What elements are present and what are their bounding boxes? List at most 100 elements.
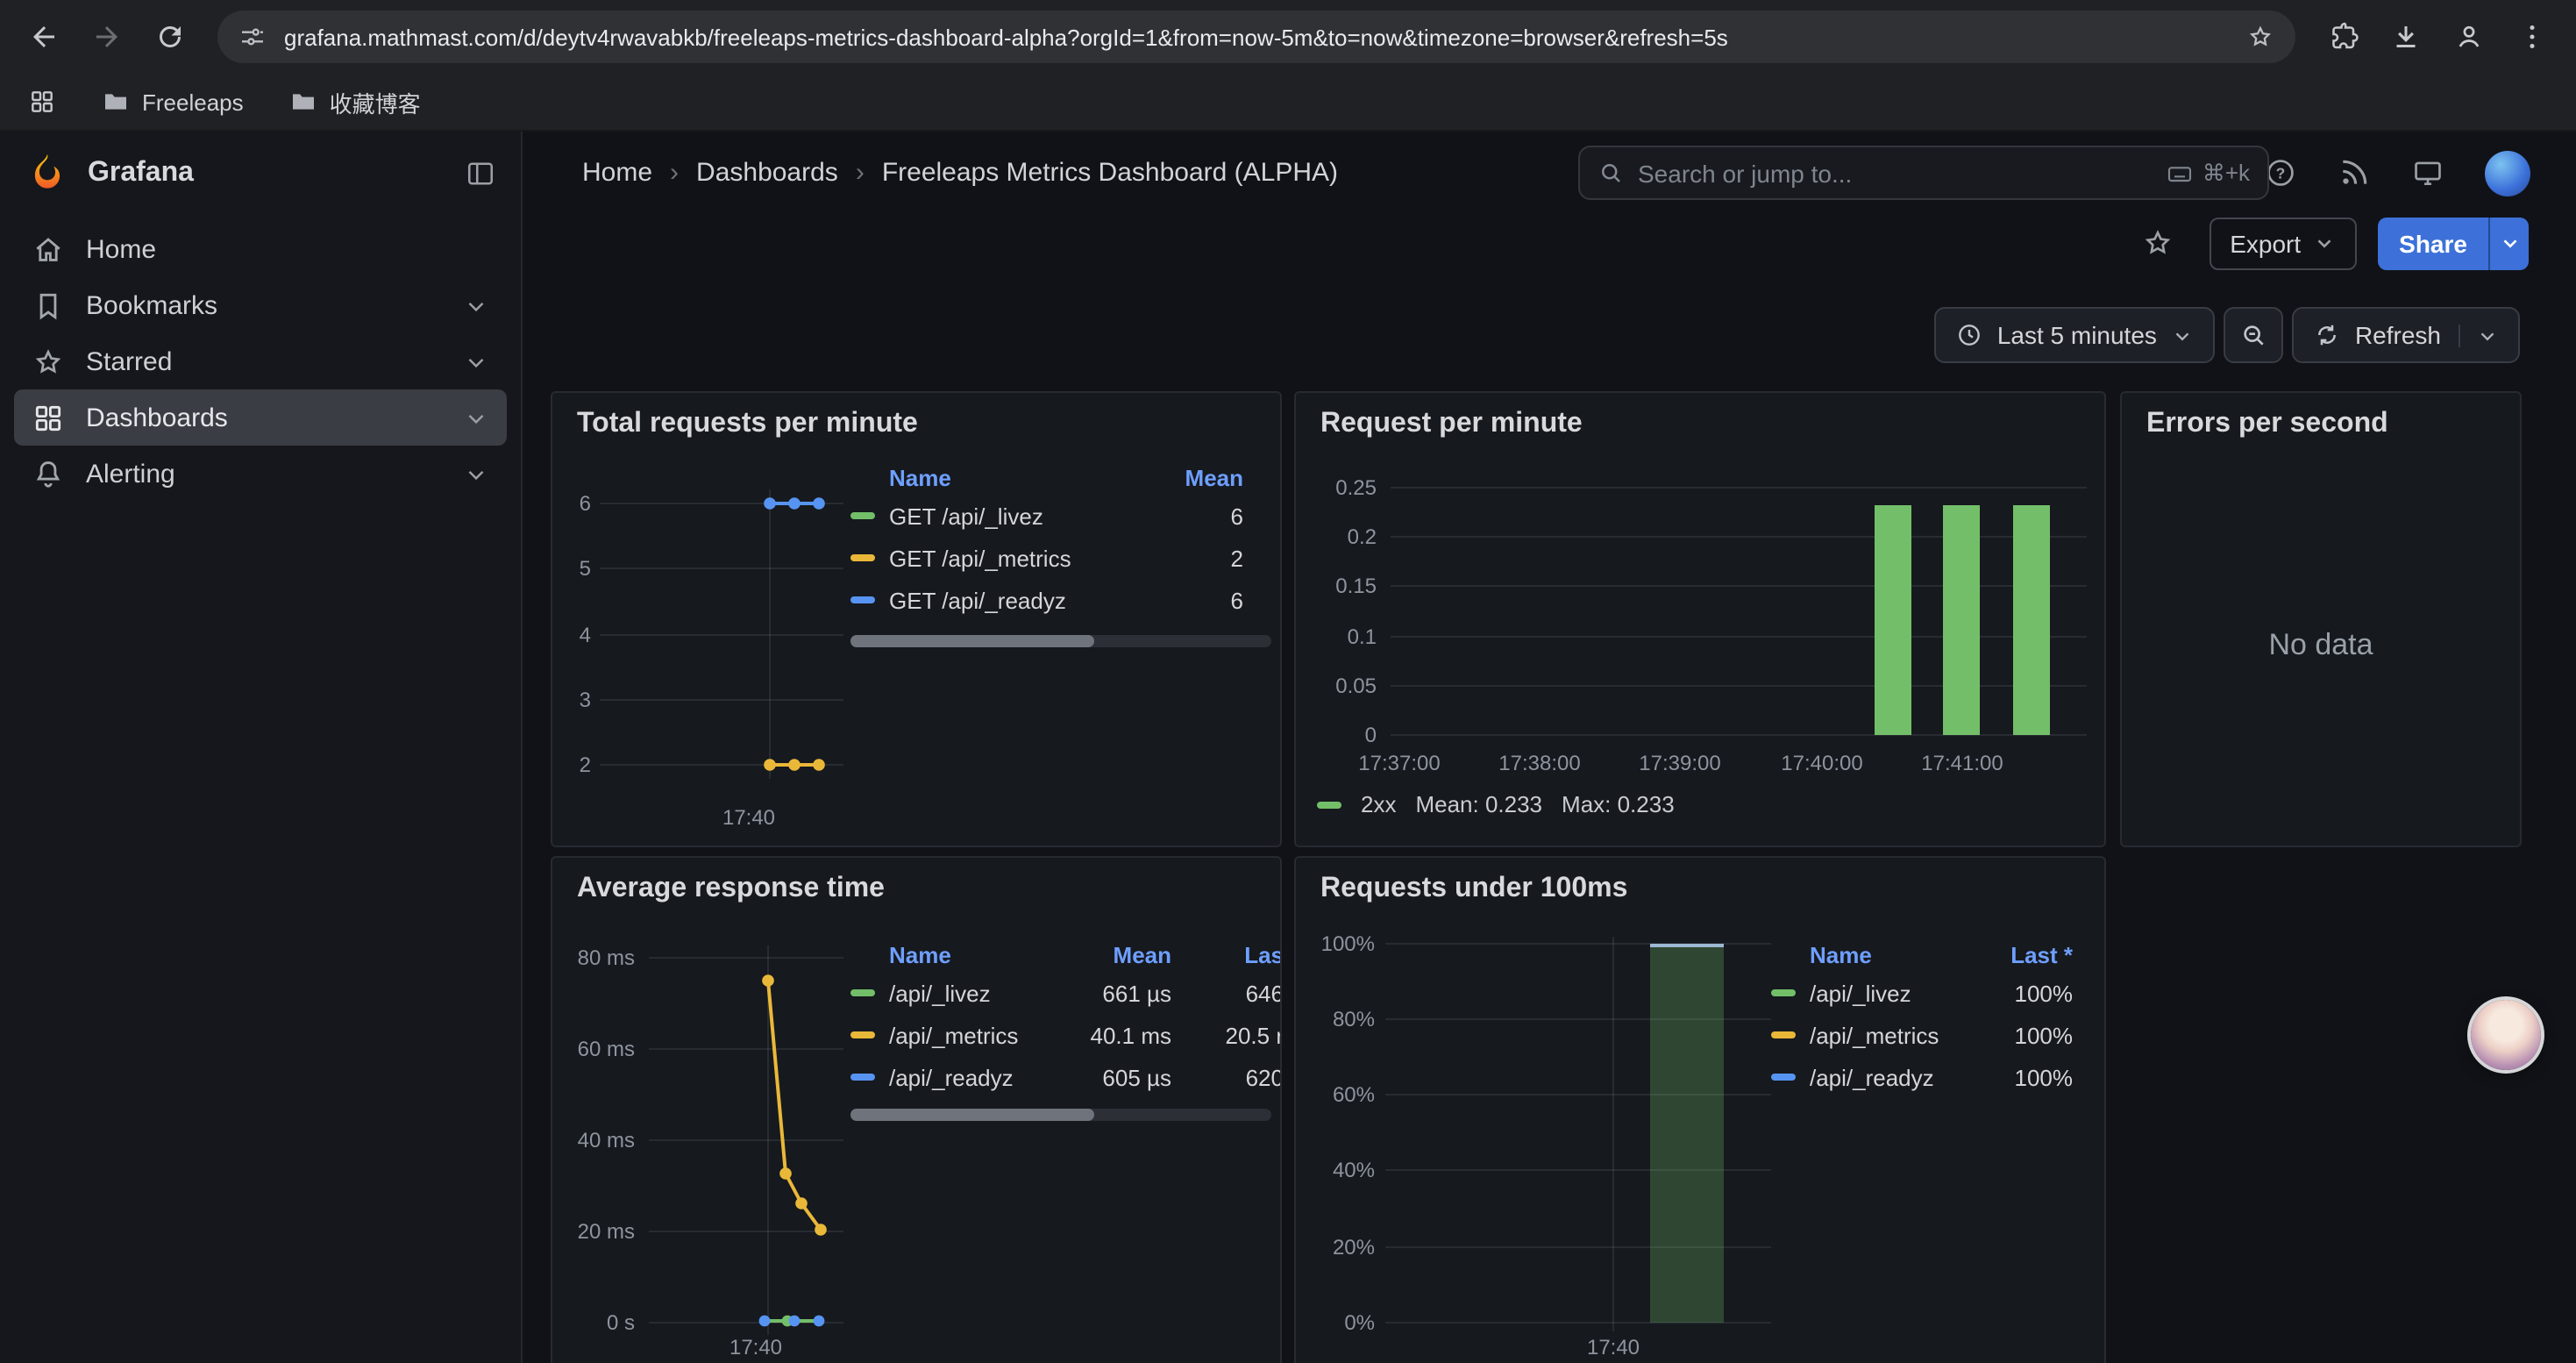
legend-row: /api/_livez 100%: [1771, 972, 2073, 1014]
legend-col-name[interactable]: Name: [1810, 941, 1960, 967]
bookmark-label: Freeleaps: [142, 89, 244, 115]
news-rss-icon[interactable]: [2338, 156, 2371, 189]
home-icon: [32, 232, 65, 266]
floating-avatar[interactable]: [2471, 1000, 2541, 1070]
bell-icon: [32, 457, 65, 490]
grafana-app: Grafana Home Bookmarks: [0, 132, 2576, 1363]
sidebar-item-dashboards[interactable]: Dashboards: [14, 389, 507, 446]
zoom-out-button[interactable]: [2224, 307, 2283, 363]
y-tick: 4: [552, 623, 591, 647]
legend-row: /api/_metrics 40.1 ms 20.5 r: [850, 1014, 1282, 1056]
series-swatch: [1771, 1031, 1796, 1038]
sidebar-item-alerting[interactable]: Alerting: [14, 446, 507, 502]
series-name[interactable]: GET /api/_metrics: [889, 545, 1131, 571]
y-tick: 2: [552, 753, 591, 777]
panel-title[interactable]: Errors per second: [2146, 409, 2388, 440]
chevron-down-icon[interactable]: [463, 348, 489, 375]
y-tick: 80 ms: [552, 946, 635, 970]
bookmark-icon: [32, 289, 65, 322]
breadcrumb-home[interactable]: Home: [582, 158, 652, 188]
legend-col-name[interactable]: Name: [889, 941, 1031, 967]
series-name[interactable]: /api/_readyz: [1810, 1064, 1960, 1090]
share-menu-button[interactable]: [2488, 217, 2529, 269]
series-max: Max: 0.233: [1562, 791, 1675, 817]
url-bar[interactable]: [217, 11, 2295, 63]
breadcrumb-separator: ›: [670, 158, 679, 188]
x-tick: 17:41:00: [1921, 751, 2003, 775]
export-button[interactable]: Export: [2209, 217, 2357, 269]
panel-request-per-minute: Request per minute 0.25 0.2 0.15 0.1 0.0…: [1294, 391, 2106, 847]
apps-grid-button[interactable]: [18, 77, 67, 126]
extensions-button[interactable]: [2313, 7, 2373, 67]
breadcrumb: Home › Dashboards › Freeleaps Metrics Da…: [582, 158, 1338, 188]
legend-col-mean[interactable]: Mean: [1045, 941, 1171, 967]
scrollbar-thumb[interactable]: [850, 1109, 1094, 1121]
panel-avg-response-time: Average response time: [551, 856, 1282, 1363]
refresh-button[interactable]: Refresh: [2292, 307, 2520, 363]
legend-table: Name Last * /api/_livez 100% /api/_metri…: [1771, 937, 2073, 1098]
series-name[interactable]: /api/_livez: [1810, 980, 1960, 1006]
series-name[interactable]: /api/_readyz: [889, 1064, 1031, 1090]
series-name[interactable]: GET /api/_readyz: [889, 587, 1131, 613]
downloads-button[interactable]: [2376, 7, 2436, 67]
bookmark-folder-freeleaps[interactable]: Freeleaps: [91, 84, 254, 119]
site-settings-icon[interactable]: [238, 23, 267, 51]
forward-button[interactable]: [77, 7, 137, 67]
legend-table: Name Mean Las /api/_livez 661 µs 646 /ap…: [850, 937, 1282, 1121]
chevron-down-icon[interactable]: [463, 404, 489, 431]
url-input[interactable]: [284, 24, 2229, 50]
sidebar-item-label: Starred: [86, 346, 172, 376]
dock-menu-icon[interactable]: [465, 157, 496, 189]
refresh-interval-button[interactable]: [2459, 324, 2499, 346]
series-last: 646: [1185, 980, 1282, 1006]
browser-menu-button[interactable]: [2502, 7, 2562, 67]
legend-scrollbar[interactable]: [850, 635, 1271, 647]
search-input[interactable]: [1638, 159, 2152, 187]
screen: Freeleaps 收藏博客 Grafana: [0, 0, 2576, 1363]
scrollbar-thumb[interactable]: [850, 635, 1094, 647]
legend-scrollbar[interactable]: [850, 1109, 1271, 1121]
series-name[interactable]: /api/_metrics: [889, 1022, 1031, 1048]
y-tick: 0: [1296, 723, 1377, 747]
series-last: 20.5 r: [1185, 1022, 1282, 1048]
dashboards-grid-icon: [32, 401, 65, 434]
y-tick: 0%: [1296, 1310, 1375, 1335]
chevron-down-icon[interactable]: [463, 292, 489, 318]
clock-icon: [1955, 321, 1983, 349]
series-name[interactable]: /api/_metrics: [1810, 1022, 1960, 1048]
sidebar: Grafana Home Bookmarks: [0, 132, 523, 1363]
series-name[interactable]: 2xx: [1361, 791, 1396, 817]
monitor-icon[interactable]: [2411, 156, 2444, 189]
reload-button[interactable]: [140, 7, 200, 67]
time-range-picker[interactable]: Last 5 minutes: [1934, 307, 2215, 363]
back-button[interactable]: [14, 7, 74, 67]
search-box[interactable]: ⌘+k: [1578, 146, 2269, 200]
chevron-down-icon[interactable]: [463, 460, 489, 487]
star-icon: [32, 345, 65, 378]
chevron-down-icon: [2313, 232, 2336, 254]
series-name[interactable]: GET /api/_livez: [889, 503, 1131, 529]
bookmark-star-icon[interactable]: [2246, 23, 2274, 51]
legend-col-last[interactable]: Las: [1185, 941, 1282, 967]
series-name[interactable]: /api/_livez: [889, 980, 1031, 1006]
share-button[interactable]: Share: [2378, 217, 2488, 269]
legend-col-last[interactable]: Last *: [1975, 941, 2073, 967]
legend-col-mean[interactable]: Mean: [1145, 464, 1271, 490]
legend-col-name[interactable]: Name: [889, 464, 1131, 490]
y-tick: 60 ms: [552, 1037, 635, 1061]
sidebar-item-home[interactable]: Home: [14, 221, 507, 277]
sidebar-item-starred[interactable]: Starred: [14, 333, 507, 389]
user-avatar[interactable]: [2485, 150, 2530, 196]
bookmark-folder-blogs[interactable]: 收藏博客: [279, 82, 431, 122]
sidebar-item-bookmarks[interactable]: Bookmarks: [14, 277, 507, 333]
legend: 2xx Mean: 0.233 Max: 0.233: [1317, 791, 1675, 817]
favorite-star-icon[interactable]: [2140, 226, 2174, 260]
y-tick: 100%: [1296, 931, 1375, 956]
legend-row: /api/_livez 661 µs 646: [850, 972, 1282, 1014]
grafana-logo[interactable]: [25, 150, 70, 196]
breadcrumb-dashboards[interactable]: Dashboards: [696, 158, 838, 188]
y-tick: 5: [552, 556, 591, 581]
dashboard-actions: Export Share: [523, 214, 2576, 272]
legend-row: GET /api/_metrics 2: [850, 537, 1271, 579]
profile-button[interactable]: [2439, 7, 2499, 67]
